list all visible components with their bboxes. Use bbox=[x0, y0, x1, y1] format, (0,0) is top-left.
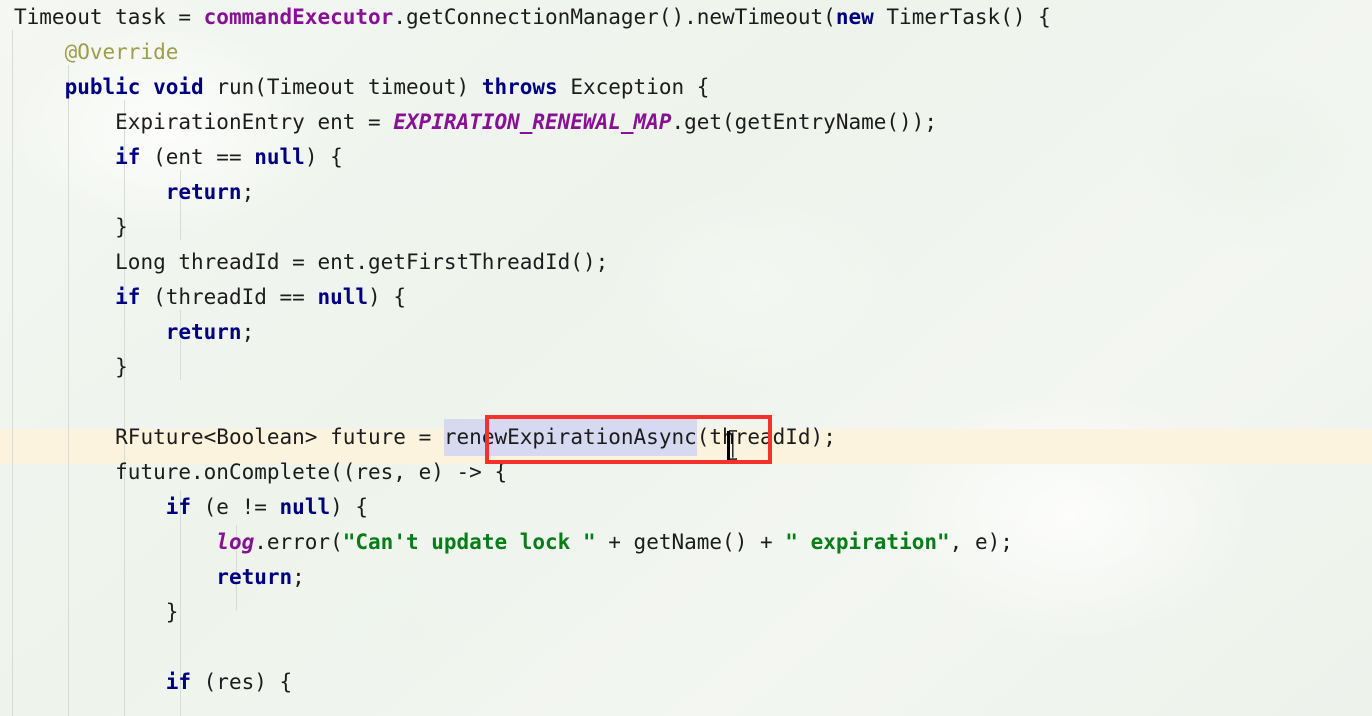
code-token: } bbox=[165, 600, 179, 624]
code-line[interactable]: if (e != null) { bbox=[0, 490, 1051, 525]
code-token: (threadId); bbox=[696, 425, 836, 449]
code-token: ) { bbox=[304, 145, 343, 169]
code-editor-viewport[interactable]: Timeout task = commandExecutor.getConnec… bbox=[0, 0, 1372, 716]
code-line[interactable]: } bbox=[0, 350, 1051, 385]
code-token: .getConnectionManager().newTimeout( bbox=[393, 5, 836, 29]
code-token: Long threadId = ent.getFirstThreadId(); bbox=[115, 250, 609, 274]
code-line[interactable]: if (ent == null) { bbox=[0, 140, 1051, 175]
code-token: log bbox=[216, 530, 255, 554]
code-token: if bbox=[165, 495, 192, 519]
code-token: public bbox=[64, 75, 141, 99]
code-token: RFuture<Boolean> future = bbox=[115, 425, 444, 449]
code-token: future.onComplete((res, e) -> { bbox=[115, 460, 508, 484]
code-line[interactable]: if (threadId == null) { bbox=[0, 280, 1051, 315]
code-line[interactable]: RFuture<Boolean> future = renewExpiratio… bbox=[0, 419, 1051, 456]
selected-symbol[interactable]: renewExpirationAsync bbox=[443, 419, 697, 456]
code-token: return bbox=[216, 565, 293, 589]
code-token: ; bbox=[292, 565, 305, 589]
code-token: (ent == bbox=[140, 145, 255, 169]
code-token: } bbox=[115, 215, 128, 239]
code-line[interactable]: log.error("Can't update lock " + getName… bbox=[0, 525, 1051, 560]
code-line[interactable]: Long threadId = ent.getFirstThreadId(); bbox=[0, 245, 1051, 280]
code-token: null bbox=[254, 145, 305, 169]
code-token: null bbox=[279, 495, 331, 519]
code-token: throws bbox=[481, 75, 558, 99]
code-token: ) { bbox=[330, 495, 369, 519]
code-token: void bbox=[153, 75, 204, 99]
code-token: if bbox=[165, 670, 192, 694]
code-line[interactable]: public void run(Timeout timeout) throws … bbox=[0, 70, 1051, 105]
code-token: .error( bbox=[254, 530, 343, 554]
code-line[interactable]: future.onComplete((res, e) -> { bbox=[0, 455, 1051, 490]
code-token: (e != bbox=[191, 495, 280, 519]
code-token: null bbox=[317, 285, 369, 309]
code-token: ExpirationEntry ent = bbox=[115, 110, 394, 134]
code-token: @Override bbox=[64, 40, 179, 64]
code-token: return bbox=[165, 180, 242, 204]
code-token: ; bbox=[241, 180, 255, 204]
code-line[interactable]: @Override bbox=[0, 35, 1051, 70]
code-line[interactable]: Timeout task = commandExecutor.getConnec… bbox=[0, 0, 1051, 35]
code-line[interactable]: return; bbox=[0, 175, 1051, 210]
code-line[interactable]: return; bbox=[0, 560, 1051, 595]
code-line[interactable]: if (res) { bbox=[0, 665, 1051, 700]
code-token: ) { bbox=[368, 285, 406, 309]
code-line[interactable]: ExpirationEntry ent = EXPIRATION_RENEWAL… bbox=[0, 105, 1051, 140]
code-line[interactable]: } bbox=[0, 210, 1051, 245]
code-token: commandExecutor bbox=[203, 5, 394, 29]
code-token: new bbox=[835, 5, 874, 29]
code-token: Exception { bbox=[557, 75, 710, 99]
text-caret bbox=[727, 431, 730, 461]
code-line[interactable]: return; bbox=[0, 315, 1051, 350]
code-token: (res) { bbox=[191, 670, 293, 694]
code-token: , e); bbox=[949, 530, 1013, 554]
code-token: } bbox=[115, 355, 128, 379]
code-token: EXPIRATION_RENEWAL_MAP bbox=[393, 110, 672, 134]
code-token: + getName() + bbox=[595, 530, 786, 554]
code-token: run(Timeout timeout) bbox=[203, 75, 482, 99]
code-line[interactable] bbox=[0, 630, 1051, 665]
code-line[interactable]: } bbox=[0, 595, 1051, 630]
code-token: if bbox=[115, 145, 141, 169]
code-token: (threadId == bbox=[140, 285, 318, 309]
code-line[interactable] bbox=[0, 385, 1051, 420]
code-token: " expiration" bbox=[785, 530, 950, 554]
code-token: ; bbox=[241, 320, 255, 344]
code-token: TimerTask() { bbox=[873, 5, 1051, 29]
code-token: Timeout task = bbox=[14, 5, 204, 29]
code-token: return bbox=[165, 320, 242, 344]
code-text-layer[interactable]: Timeout task = commandExecutor.getConnec… bbox=[0, 0, 1051, 700]
code-token: "Can't update lock " bbox=[342, 530, 596, 554]
code-token: if bbox=[115, 285, 141, 309]
code-token: .get(getEntryName()); bbox=[671, 110, 937, 134]
